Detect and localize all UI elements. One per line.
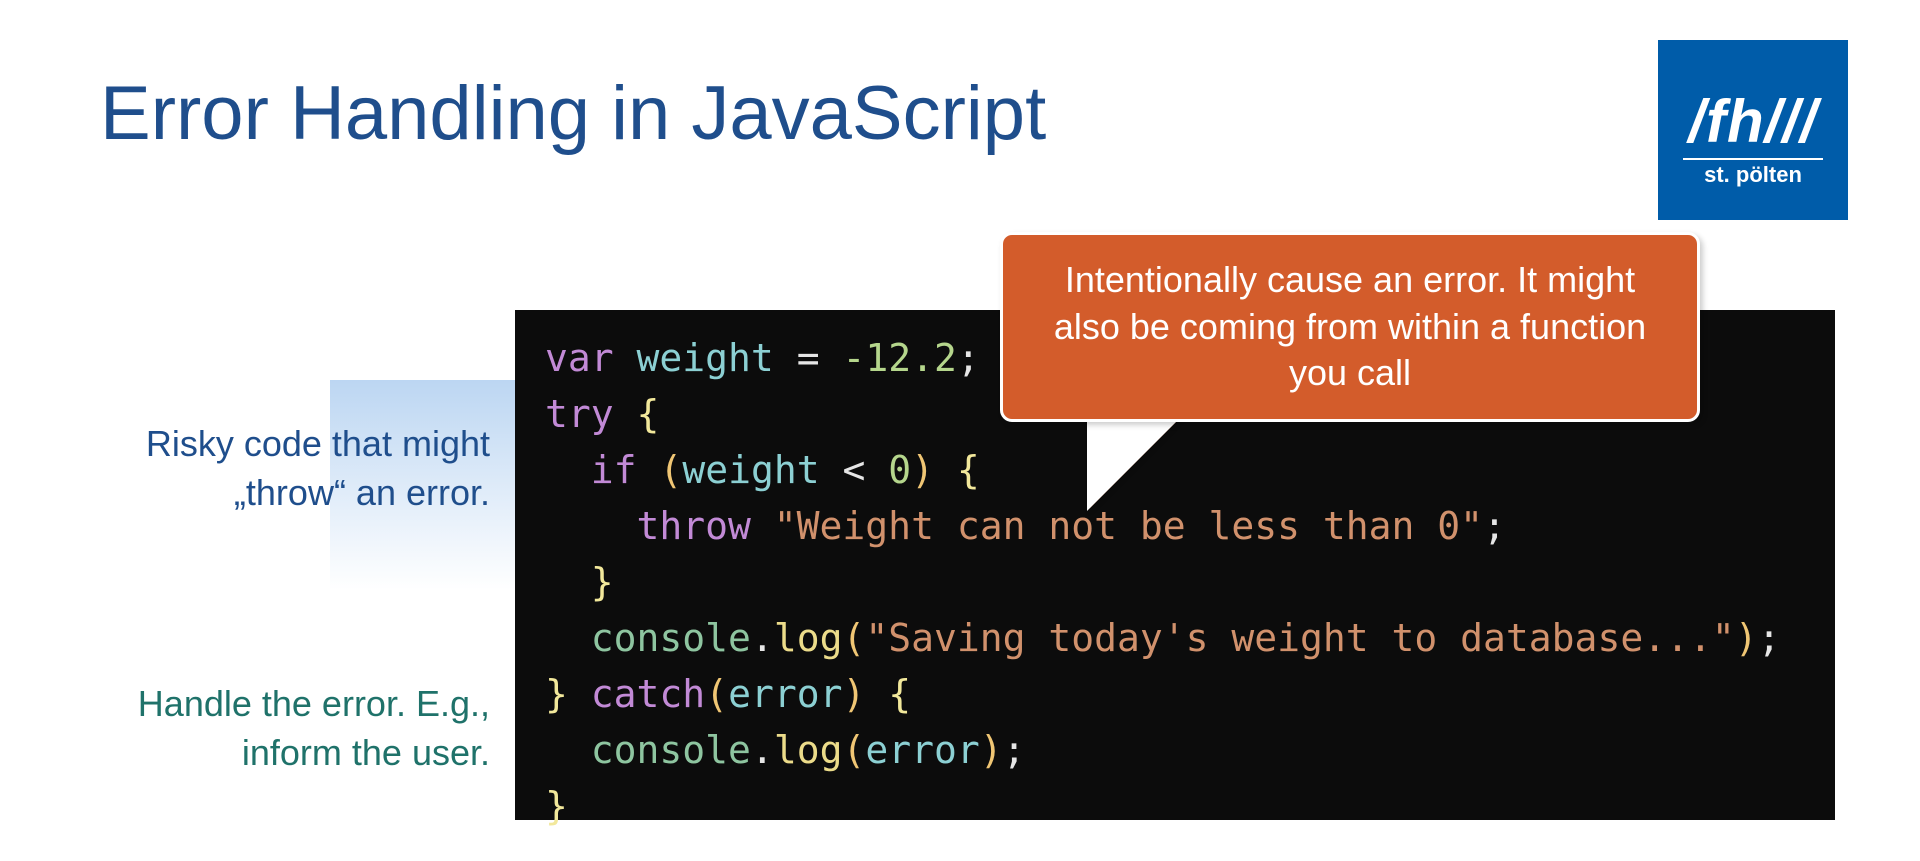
obj-console-2: console (591, 728, 751, 772)
id-weight: weight (637, 336, 774, 380)
paren-close-3: ) (842, 672, 865, 716)
paren-open-4: ( (842, 728, 865, 772)
kw-throw: throw (637, 504, 751, 548)
paren-open-1: ( (659, 448, 682, 492)
id-error-2: error (865, 728, 979, 772)
semi-2: ; (1483, 504, 1506, 548)
meth-log-2: log (774, 728, 843, 772)
paren-close-4: ) (980, 728, 1003, 772)
callout-bubble: Intentionally cause an error. It might a… (1000, 232, 1700, 422)
brace-open-3: { (888, 672, 911, 716)
brace-open-2: { (957, 448, 980, 492)
paren-open-2: ( (842, 616, 865, 660)
id-error: error (728, 672, 842, 716)
fh-logo-main: /fh/// (1688, 92, 1817, 152)
slide-title: Error Handling in JavaScript (100, 70, 1046, 157)
semi-1: ; (957, 336, 980, 380)
num-val: -12.2 (842, 336, 956, 380)
num-zero: 0 (888, 448, 911, 492)
obj-console-1: console (591, 616, 751, 660)
fh-logo: /fh/// st. pölten (1658, 40, 1848, 220)
paren-close-1: ) (911, 448, 934, 492)
kw-var: var (545, 336, 614, 380)
paren-close-2: ) (1735, 616, 1758, 660)
dot-1: . (751, 616, 774, 660)
str-log: "Saving today's weight to database..." (865, 616, 1734, 660)
paren-open-3: ( (705, 672, 728, 716)
kw-if: if (591, 448, 637, 492)
annotation-try: Risky code that might „throw“ an error. (90, 420, 490, 517)
brace-close-1: } (545, 672, 568, 716)
callout-text: Intentionally cause an error. It might a… (1033, 257, 1667, 397)
brace-close-3: } (545, 784, 568, 828)
op-lt: < (820, 448, 889, 492)
semi-4: ; (1003, 728, 1026, 772)
callout-tail (1090, 418, 1180, 508)
dot-2: . (751, 728, 774, 772)
fh-logo-sub: st. pölten (1683, 158, 1823, 188)
op-eq: = (774, 336, 843, 380)
annotation-catch: Handle the error. E.g., inform the user. (90, 680, 490, 777)
semi-3: ; (1758, 616, 1781, 660)
brace-close-2: } (591, 560, 614, 604)
kw-catch: catch (591, 672, 705, 716)
kw-try: try (545, 392, 614, 436)
meth-log-1: log (774, 616, 843, 660)
brace-open-1: { (637, 392, 660, 436)
id-weight-2: weight (682, 448, 819, 492)
